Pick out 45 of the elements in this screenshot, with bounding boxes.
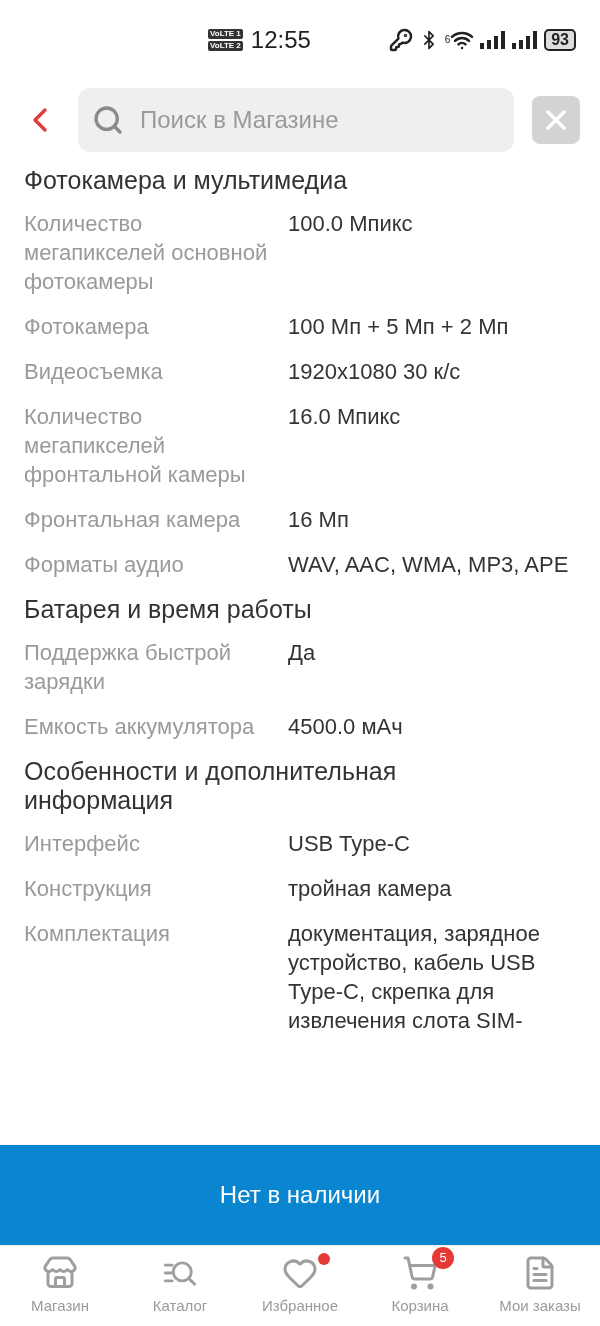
key-icon (388, 28, 413, 52)
spec-value: WAV, AAC, WMA, MP3, APE (288, 551, 570, 579)
spec-label: Фронтальная камера (24, 506, 242, 534)
spec-value: Да (288, 639, 317, 667)
spec-value: 1920x1080 30 к/с (288, 358, 462, 386)
search-icon (92, 104, 124, 136)
search-field[interactable]: Поиск в Магазине (140, 102, 500, 138)
clock: 12:55 (250, 25, 311, 55)
spec-label: Конструкция (24, 875, 153, 903)
spec-value: 4500.0 мАч (288, 713, 404, 741)
out-of-stock-button[interactable]: Нет в наличии (0, 1145, 600, 1245)
spec-label: Комплектация (24, 920, 171, 948)
cart-icon (402, 1254, 438, 1291)
sim-label: VoLTE 2 (208, 41, 243, 51)
sim-label: VoLTE 1 (208, 29, 243, 39)
nav-tab[interactable]: Мои заказы (480, 1246, 600, 1326)
nav-tab[interactable]: Избранное (240, 1246, 360, 1326)
spec-label: Форматы аудио (24, 551, 185, 579)
nav-tab[interactable]: 5 Корзина (360, 1246, 480, 1326)
spec-label: Видеосъемка (24, 358, 164, 386)
battery-indicator: 93 (544, 29, 576, 51)
count-badge: 5 (432, 1246, 454, 1269)
spec-value: 16 Мп (288, 506, 350, 534)
wifi-band-label: 6 (444, 33, 451, 47)
spec-label: Фотокамера (24, 313, 150, 341)
spec-label: Интерфейс (24, 830, 141, 858)
spec-value: USB Type-C (288, 830, 411, 858)
spec-label: Количество мегапикселей основной фотокамеры (24, 210, 268, 296)
spec-value: документация, зарядное устройство, кабель USB Type-C, скрепка для извлечения слота SIM- (288, 920, 541, 1035)
spec-value: 100 Мп + 5 Мп + 2 Мп (288, 313, 510, 341)
spec-label: Количество мегапикселей фронтальной камеры (24, 403, 247, 489)
section-title: Особенности и дополнительная информация (24, 757, 398, 815)
spec-value: 16.0 Мпикс (288, 403, 402, 431)
nav-tab[interactable]: Каталог (120, 1246, 240, 1326)
spec-label: Емкость аккумулятора (24, 713, 256, 741)
spec-value: 100.0 Мпикс (288, 210, 414, 238)
search-bar[interactable]: Поиск в Магазине (78, 88, 514, 152)
signal-icon (512, 31, 539, 49)
spec-label: Поддержка быстрой зарядки (24, 639, 233, 696)
signal-icon (480, 31, 507, 49)
spec-value: тройная камера (288, 875, 453, 903)
section-title: Батарея и время работы (24, 595, 313, 624)
section-title: Фотокамера и мультимедиа (24, 166, 349, 195)
nav-tab[interactable]: Магазин (0, 1246, 120, 1326)
store-icon (42, 1254, 78, 1291)
